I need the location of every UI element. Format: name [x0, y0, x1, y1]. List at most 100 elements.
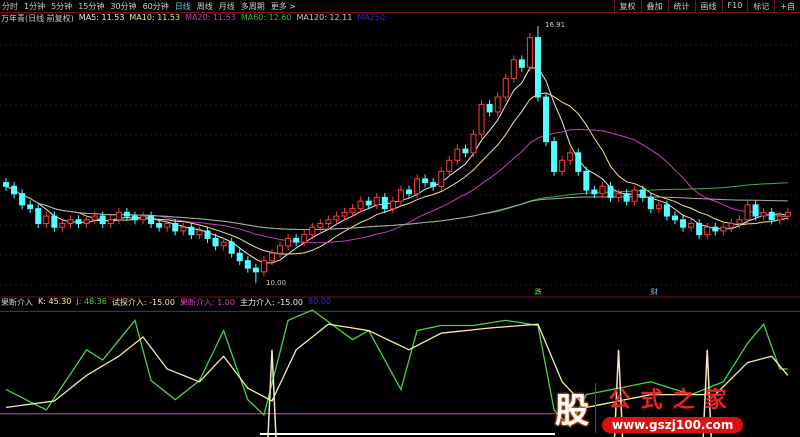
candle-up	[655, 204, 662, 210]
logo-name: 公式之家	[608, 388, 737, 413]
candle-up	[559, 159, 566, 172]
candle-down	[19, 193, 26, 206]
candle-up	[285, 237, 292, 247]
candle-down	[768, 211, 775, 221]
candle-up	[470, 133, 477, 154]
candle-up	[107, 219, 114, 224]
candle-down	[671, 215, 678, 221]
candle-down	[212, 237, 219, 247]
candle-down	[35, 208, 42, 224]
candle-down	[188, 226, 195, 236]
candle-up	[180, 226, 187, 232]
candle-down	[236, 252, 243, 262]
candle-down	[591, 189, 598, 195]
candle-up	[67, 219, 74, 224]
candle-down	[712, 226, 719, 232]
candle-down	[3, 182, 9, 187]
candle-up	[567, 152, 574, 161]
candle-down	[422, 178, 429, 184]
candle-down	[430, 182, 437, 187]
candle-up	[744, 204, 751, 221]
candle-down	[607, 185, 614, 198]
candle-up	[615, 193, 622, 198]
candle-down	[228, 241, 235, 254]
candle-up	[688, 222, 695, 228]
candle-up	[333, 215, 340, 221]
candle-up	[43, 215, 50, 224]
candle-down	[518, 59, 525, 68]
logo-char: 股	[555, 391, 589, 431]
candle-up	[502, 77, 509, 98]
candle-down	[551, 141, 558, 172]
candle-down	[172, 222, 179, 232]
candle-down	[696, 222, 703, 236]
candle-down	[244, 260, 251, 269]
candle-up	[59, 222, 66, 228]
candle-up	[325, 219, 332, 224]
candle-up	[510, 59, 517, 79]
candle-down	[752, 204, 759, 217]
price-low-label: 10.00	[266, 279, 287, 287]
candle-down	[252, 267, 259, 273]
candle-up	[720, 226, 727, 232]
candle-down	[27, 204, 34, 210]
candle-up	[776, 215, 783, 221]
candle-up	[309, 226, 316, 236]
candle-down	[583, 170, 590, 191]
marker-finance[interactable]: 财	[651, 287, 658, 297]
candle-up	[478, 103, 485, 135]
candle-up	[526, 37, 533, 68]
candle-down	[131, 215, 138, 221]
candle-up	[760, 211, 767, 217]
candle-up	[83, 219, 90, 224]
candle-down	[293, 237, 300, 243]
candle-down	[543, 96, 550, 143]
candle-down	[156, 222, 163, 228]
candle-down	[647, 196, 654, 210]
candle-down	[406, 189, 412, 195]
candle-down	[204, 230, 211, 239]
kline-chart[interactable]	[0, 0, 800, 437]
candle-up	[140, 215, 147, 221]
candle-down	[639, 189, 646, 198]
candle-up	[164, 222, 171, 228]
candle-up	[631, 189, 638, 202]
candle-down	[75, 219, 82, 224]
candle-up	[414, 178, 421, 195]
candle-up	[349, 208, 356, 213]
candle-up	[357, 200, 364, 210]
candle-up	[454, 148, 461, 161]
ma20-line	[5, 128, 788, 244]
candle-up	[599, 185, 606, 195]
marker-fall[interactable]: 跌	[535, 287, 542, 297]
candle-up	[704, 226, 711, 236]
candle-up	[301, 234, 308, 243]
ma10-line	[5, 92, 788, 255]
candle-down	[680, 219, 687, 228]
candle-down	[381, 196, 388, 210]
candle-down	[51, 215, 58, 228]
candle-down	[148, 215, 155, 224]
candle-down	[534, 37, 541, 98]
candle-up	[494, 96, 501, 113]
price-high-label: 16.91	[545, 21, 566, 29]
candle-up	[373, 196, 380, 206]
candle-down	[123, 211, 130, 217]
candle-down	[462, 148, 469, 154]
candle-up	[397, 189, 404, 202]
watermark-logo: 股 公式之家 www.gszj100.com	[555, 380, 795, 435]
candle-down	[623, 193, 630, 202]
candle-up	[341, 211, 348, 217]
candle-down	[99, 215, 106, 224]
candle-up	[196, 230, 203, 236]
candle-up	[736, 219, 743, 224]
candle-up	[268, 252, 275, 262]
candle-up	[438, 170, 445, 187]
candle-up	[220, 241, 227, 247]
candle-down	[663, 204, 670, 217]
candle-up	[389, 200, 396, 210]
candle-down	[575, 152, 582, 172]
logo-url: www.gszj100.com	[602, 417, 744, 433]
candle-up	[317, 222, 324, 228]
candle-down	[365, 200, 372, 206]
